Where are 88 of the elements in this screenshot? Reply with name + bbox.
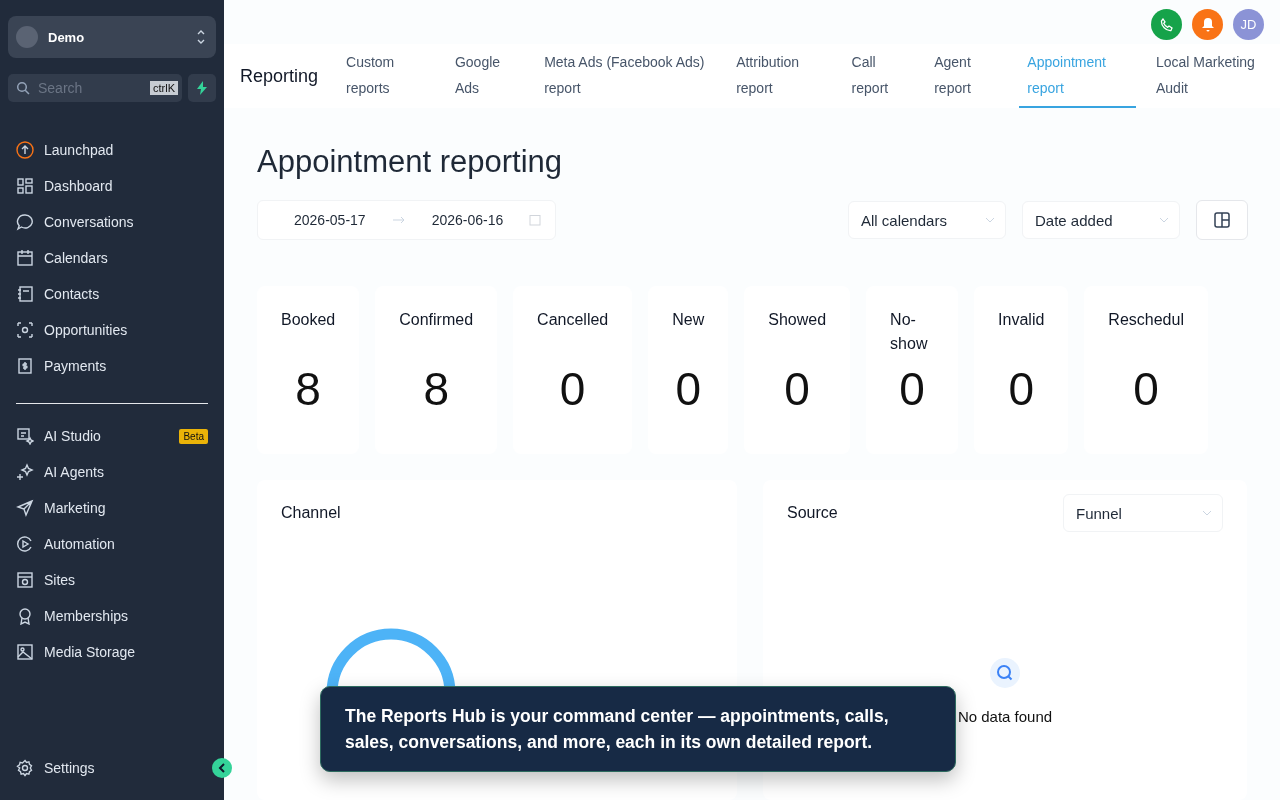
arrow-right-icon xyxy=(391,215,406,225)
search-icon xyxy=(990,658,1020,688)
tooltip: The Reports Hub is your command center — appointments, calls, sales, conversations, and more, each in its own detailed report. xyxy=(320,686,956,772)
section-title: Reporting xyxy=(240,65,319,87)
sidebar-item[interactable]: Media Storage xyxy=(8,634,216,670)
sidebar-item[interactable]: Conversations xyxy=(8,204,216,240)
beta-badge: Beta xyxy=(179,428,208,444)
search-input[interactable]: Search xyxy=(36,79,144,97)
account-name: Demo xyxy=(48,29,86,45)
sparkle-icon xyxy=(16,463,34,481)
sidebar-item[interactable]: Contacts xyxy=(8,276,216,312)
sidebar-item[interactable]: Memberships xyxy=(8,598,216,634)
quick-action-button[interactable] xyxy=(188,74,216,102)
panel-title: Channel xyxy=(281,504,342,522)
stat-label: Confirmed xyxy=(399,310,474,330)
search-field[interactable]: Search ctrlK xyxy=(8,74,182,102)
stat-value: 0 xyxy=(675,362,702,416)
source-select[interactable]: Funnel xyxy=(1063,494,1223,532)
search-icon xyxy=(16,81,30,95)
chevron-left-icon xyxy=(218,763,226,773)
stat-value: 8 xyxy=(423,362,449,416)
report-tab[interactable]: Agent report xyxy=(926,44,1008,108)
calendar-select[interactable]: All calendars xyxy=(848,201,1006,239)
stat-label: Booked xyxy=(281,310,336,330)
report-tab[interactable]: Meta Ads (Facebook Ads) report xyxy=(536,44,717,108)
ribbon-icon xyxy=(16,607,34,625)
chevron-down-icon xyxy=(1202,510,1212,516)
play-circle-icon xyxy=(16,535,34,553)
page-title: Appointment reporting xyxy=(257,144,564,180)
report-tab[interactable]: Attribution report xyxy=(728,44,832,108)
sidebar-item[interactable]: Dashboard xyxy=(8,168,216,204)
report-tab[interactable]: Call report xyxy=(843,44,915,108)
dashboard-icon xyxy=(16,177,34,195)
stat-label: Showed xyxy=(768,310,827,330)
contact-book-icon xyxy=(16,285,34,303)
sparkle-screen-icon xyxy=(16,427,34,445)
empty-message: No data found xyxy=(957,708,1053,725)
chevron-down-icon xyxy=(985,217,995,223)
account-switcher[interactable]: Demo xyxy=(8,16,216,58)
stat-label: Invalid xyxy=(998,310,1045,330)
panel-title: Source xyxy=(787,504,838,522)
chevron-down-icon xyxy=(1159,217,1169,223)
web-page-icon xyxy=(16,571,34,589)
rocket-icon xyxy=(16,141,34,159)
image-icon xyxy=(16,643,34,661)
sidebar-item[interactable]: Opportunities xyxy=(8,312,216,348)
sidebar-item[interactable]: Payments xyxy=(8,348,216,384)
paper-plane-icon xyxy=(16,499,34,517)
date-range-field[interactable]: 2026-05-17 2026-06-16 xyxy=(257,200,557,240)
calendar-icon xyxy=(529,214,542,226)
sidebar-item[interactable]: Settings xyxy=(8,750,216,786)
stat-value: 0 xyxy=(1008,362,1034,416)
collapse-button[interactable] xyxy=(212,758,232,778)
invoice-icon xyxy=(16,357,34,375)
stat-label: No-show xyxy=(890,310,929,354)
shortcut-hint: ctrlK xyxy=(150,81,178,95)
chat-bubble-icon xyxy=(16,213,34,231)
sidebar-item[interactable]: AI Agents xyxy=(8,454,216,490)
settings-icon xyxy=(16,759,34,777)
stat-value: 8 xyxy=(295,362,321,416)
stat-value: 0 xyxy=(559,362,586,416)
phone-button[interactable] xyxy=(1151,9,1182,40)
report-tab[interactable]: Google Ads xyxy=(446,44,525,108)
sidebar-item[interactable]: Sites xyxy=(8,562,216,598)
layout-button[interactable] xyxy=(1196,200,1248,240)
stat-value: 0 xyxy=(784,362,810,416)
report-tab[interactable]: Local Marketing Audit xyxy=(1148,44,1268,108)
sidebar-item[interactable]: Automation xyxy=(8,526,216,562)
layout-icon xyxy=(1214,212,1230,228)
lightning-icon xyxy=(197,81,207,95)
notifications-button[interactable] xyxy=(1192,9,1223,40)
account-avatar-icon xyxy=(16,26,38,48)
bell-icon xyxy=(1200,17,1215,32)
calendar-icon xyxy=(16,249,34,267)
stat-value: 0 xyxy=(1133,362,1159,416)
sidebar-item[interactable]: Marketing xyxy=(8,490,216,526)
chevron-updown-icon xyxy=(196,28,206,46)
stat-label: Cancelled xyxy=(537,310,609,330)
stat-label: New xyxy=(672,310,705,330)
stat-label: Reschedul xyxy=(1108,310,1184,330)
sidebar-item[interactable]: Launchpad xyxy=(8,132,216,168)
sidebar-item[interactable]: Calendars xyxy=(8,240,216,276)
target-icon xyxy=(16,321,34,339)
date-type-select[interactable]: Date added xyxy=(1022,201,1180,239)
report-tab[interactable]: Custom reports xyxy=(338,44,435,108)
stat-value: 0 xyxy=(899,362,925,416)
sidebar-item[interactable]: AI Studio Beta xyxy=(8,418,216,454)
phone-icon xyxy=(1159,17,1174,32)
